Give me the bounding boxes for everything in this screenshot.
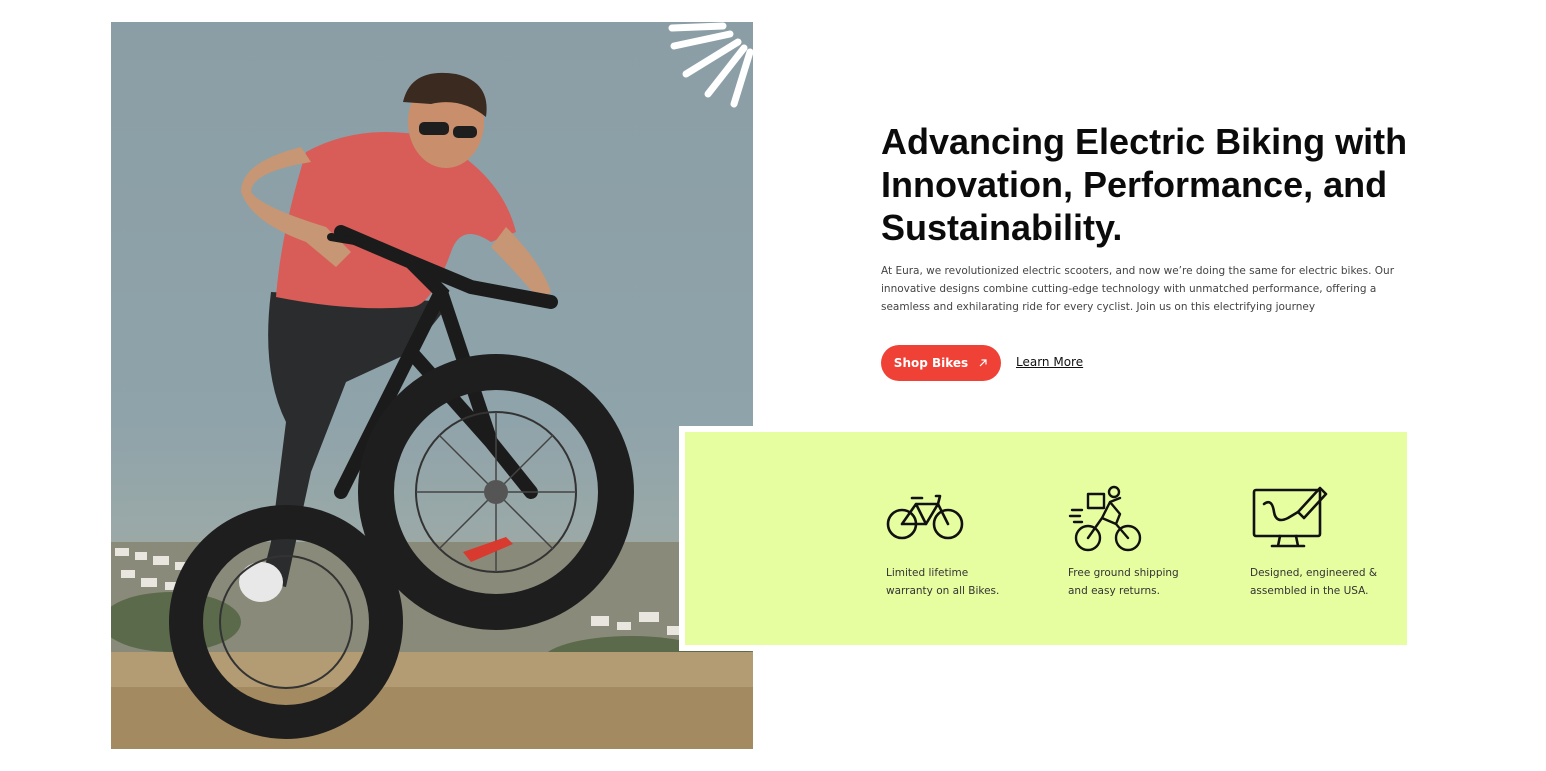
arrow-up-right-icon [979, 359, 987, 367]
hero-image [111, 22, 753, 749]
shop-bikes-button[interactable]: Shop Bikes [881, 345, 1001, 381]
feature-shipping-text: Free ground shipping and easy returns. [1068, 567, 1179, 597]
feature-usa: Designed, engineered & assembled in the … [1250, 484, 1400, 600]
learn-more-link[interactable]: Learn More [1016, 355, 1083, 369]
burst-decoration-icon [668, 22, 754, 108]
hero-description: At Eura, we revolutionized electric scoo… [881, 265, 1395, 313]
features-panel: Limited lifetime warranty on all Bikes. … [685, 432, 1407, 645]
feature-warranty: Limited lifetime warranty on all Bikes. [886, 484, 1036, 600]
page-title: Advancing Electric Biking with Innovatio… [881, 121, 1408, 248]
feature-usa-text: Designed, engineered & assembled in the … [1250, 567, 1378, 597]
shop-bikes-label: Shop Bikes [893, 356, 969, 370]
monitor-design-icon [1252, 486, 1328, 548]
feature-warranty-text: Limited lifetime warranty on all Bikes. [886, 567, 1000, 597]
delivery-rider-icon [1068, 485, 1142, 552]
feature-shipping: Free ground shipping and easy returns. [1068, 484, 1218, 600]
bicycle-icon [886, 494, 964, 540]
